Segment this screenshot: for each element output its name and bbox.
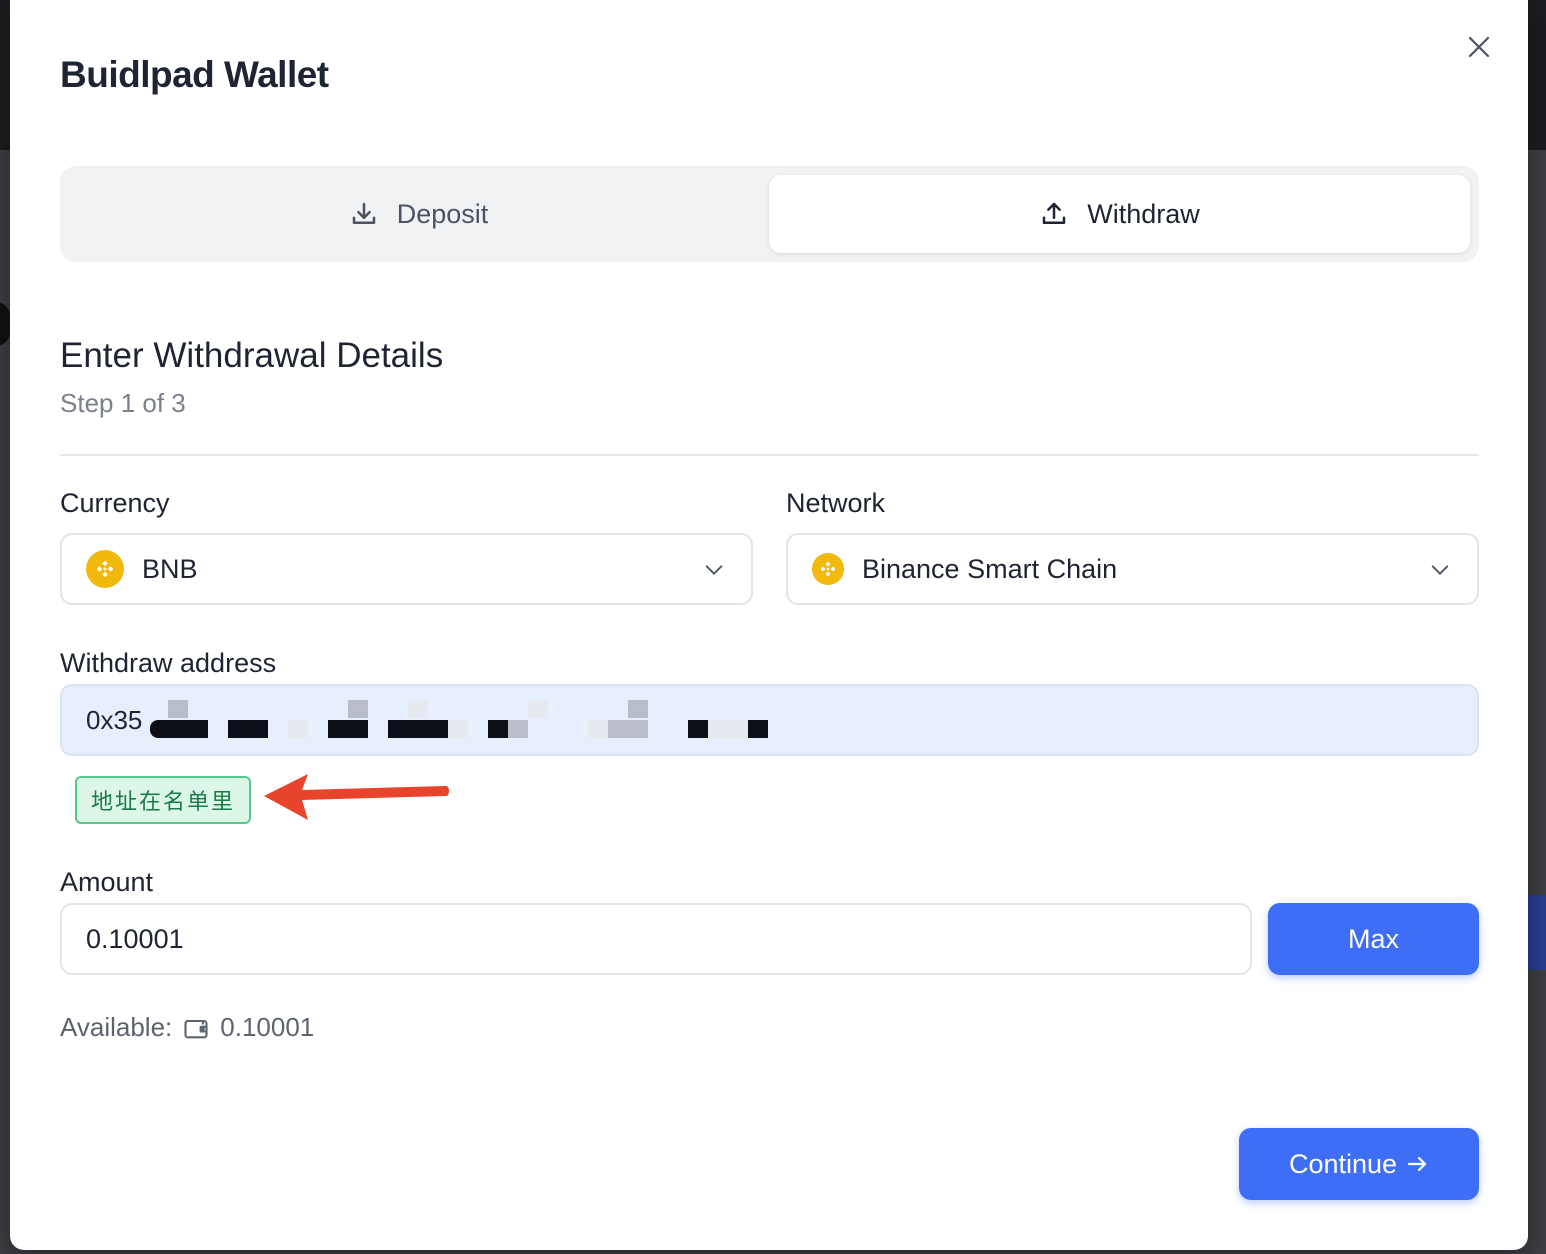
max-button[interactable]: Max: [1268, 903, 1479, 975]
amount-input[interactable]: 0.10001: [60, 903, 1252, 975]
deposit-withdraw-tabs: Deposit Withdraw: [60, 166, 1479, 262]
tab-withdraw-label: Withdraw: [1087, 198, 1200, 229]
chevron-down-icon: [705, 565, 723, 575]
currency-label: Currency: [60, 488, 170, 518]
close-button[interactable]: [1464, 32, 1494, 62]
continue-button[interactable]: Continue: [1239, 1128, 1479, 1200]
backdrop-button: [1526, 895, 1546, 970]
currency-select[interactable]: BNB: [60, 533, 753, 605]
bnb-coin-icon: [812, 553, 844, 585]
withdraw-address-input[interactable]: 0x35: [60, 684, 1479, 756]
available-label: Available:: [60, 1012, 173, 1042]
available-value: 0.10001: [220, 1012, 315, 1042]
bnb-coin-icon: [86, 550, 124, 588]
chevron-down-icon: [1431, 565, 1449, 575]
backdrop-avatar: [0, 302, 10, 346]
continue-label: Continue: [1288, 1148, 1398, 1179]
address-status-badge: 地址在名单里: [75, 776, 252, 824]
tab-deposit[interactable]: Deposit: [68, 175, 769, 253]
network-label: Network: [786, 488, 886, 518]
tab-withdraw[interactable]: Withdraw: [769, 175, 1470, 253]
network-value: Binance Smart Chain: [862, 553, 1118, 584]
modal-title: Buidlpad Wallet: [60, 54, 329, 95]
section-title: Enter Withdrawal Details: [60, 336, 444, 375]
available-balance: Available: 0.10001: [60, 1012, 314, 1043]
close-icon: [1468, 36, 1490, 58]
annotation-arrow-icon: [264, 774, 449, 820]
currency-value: BNB: [142, 553, 198, 584]
wallet-icon: [182, 1014, 210, 1042]
download-icon: [352, 202, 375, 224]
amount-value: 0.10001: [86, 923, 184, 954]
divider: [60, 454, 1479, 456]
tab-deposit-label: Deposit: [396, 198, 489, 229]
network-select[interactable]: Binance Smart Chain: [786, 533, 1479, 605]
withdraw-address-label: Withdraw address: [60, 648, 277, 678]
amount-label: Amount: [60, 867, 154, 897]
upload-icon: [1042, 202, 1066, 224]
withdraw-address-value: 0x35: [86, 704, 143, 735]
wallet-modal: Buidlpad Wallet Deposit Withdraw Enter W…: [10, 0, 1528, 1250]
arrow-right-icon: [1407, 1156, 1427, 1172]
step-indicator: Step 1 of 3: [60, 388, 186, 418]
